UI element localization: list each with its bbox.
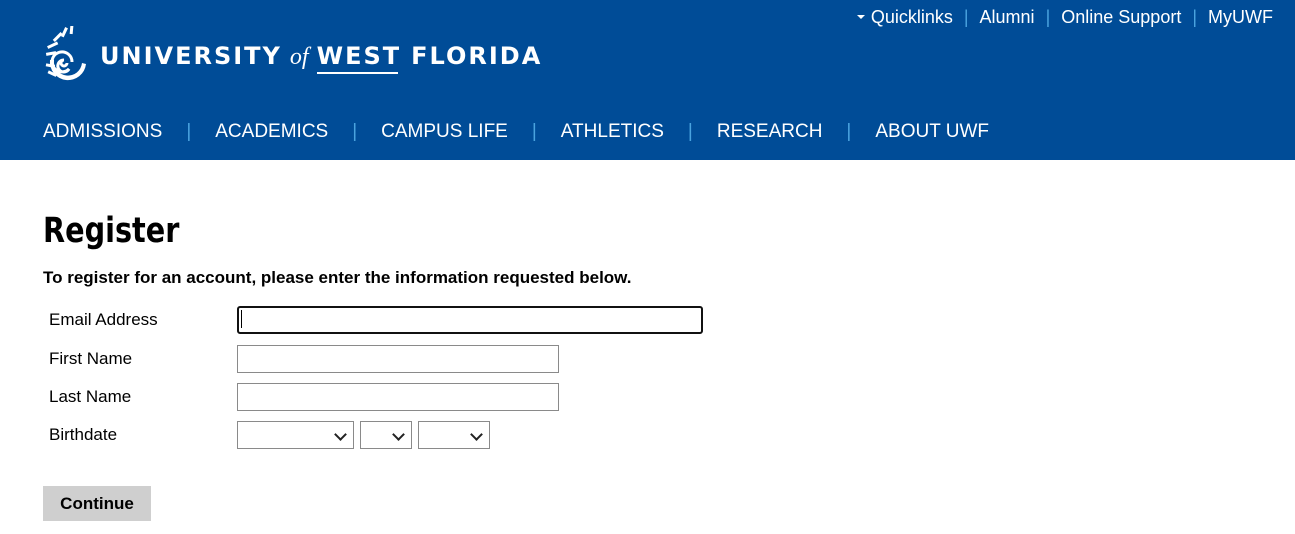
- birthdate-row: Birthdate: [49, 421, 496, 449]
- utility-separator: |: [1192, 7, 1198, 27]
- nav-item-research[interactable]: RESEARCH: [717, 120, 823, 144]
- chevron-down-icon: [392, 428, 405, 441]
- caret-down-icon: [856, 15, 865, 19]
- continue-button[interactable]: Continue: [43, 486, 151, 521]
- last-name-label: Last Name: [49, 387, 132, 406]
- email-field[interactable]: [237, 306, 703, 334]
- birthdate-label: Birthdate: [49, 425, 118, 444]
- utility-nav: Quicklinks | Alumni | Online Support | M…: [856, 6, 1273, 28]
- logo-word-florida: FLORIDA: [411, 41, 543, 70]
- nav-item-admissions[interactable]: ADMISSIONS: [43, 120, 162, 144]
- nav-separator: |: [352, 121, 358, 142]
- first-name-label: First Name: [49, 349, 133, 368]
- chevron-down-icon: [334, 428, 347, 441]
- site-header: Quicklinks | Alumni | Online Support | M…: [0, 0, 1295, 160]
- logo-word-of: of: [289, 43, 309, 70]
- nav-item-about-uwf[interactable]: ABOUT UWF: [875, 120, 989, 144]
- nav-separator: |: [846, 121, 852, 142]
- page-title: Register: [43, 211, 180, 251]
- birth-year-select[interactable]: [418, 421, 490, 449]
- intro-text: To register for an account, please enter…: [43, 268, 632, 287]
- nav-separator: |: [531, 121, 537, 142]
- birth-month-select[interactable]: [237, 421, 354, 449]
- last-name-field[interactable]: [237, 383, 559, 411]
- quicklinks-label: Quicklinks: [870, 7, 953, 27]
- quicklinks-link[interactable]: Quicklinks: [856, 6, 953, 28]
- nautilus-shell-logo: [45, 26, 86, 81]
- uwf-logo[interactable]: UNIVERSITY of WEST FLORIDA: [42, 26, 542, 86]
- logo-word-west: WEST: [316, 41, 402, 74]
- logo-word-university: UNIVERSITY: [100, 41, 282, 70]
- logo-wordmark: UNIVERSITY of WEST FLORIDA: [100, 41, 543, 74]
- main-nav: ADMISSIONS | ACADEMICS | CAMPUS LIFE | A…: [43, 120, 989, 144]
- register-content: Register To register for an account, ple…: [43, 205, 1243, 521]
- birth-day-select[interactable]: [360, 421, 412, 449]
- utility-separator: |: [1045, 7, 1051, 27]
- myuwf-link[interactable]: MyUWF: [1208, 6, 1273, 28]
- first-name-row: First Name: [49, 345, 559, 373]
- chevron-down-icon: [470, 428, 483, 441]
- nav-item-campus-life[interactable]: CAMPUS LIFE: [381, 120, 508, 144]
- last-name-row: Last Name: [49, 383, 559, 411]
- utility-separator: |: [963, 7, 969, 27]
- online-support-link[interactable]: Online Support: [1061, 6, 1181, 28]
- nav-item-athletics[interactable]: ATHLETICS: [561, 120, 664, 144]
- email-label: Email Address: [49, 310, 158, 329]
- nav-separator: |: [186, 121, 192, 142]
- nav-separator: |: [687, 121, 693, 142]
- email-row: Email Address: [49, 306, 703, 334]
- text-cursor: [241, 310, 242, 328]
- email-field-wrap: [237, 306, 703, 334]
- alumni-link[interactable]: Alumni: [980, 6, 1035, 28]
- nav-item-academics[interactable]: ACADEMICS: [215, 120, 328, 144]
- first-name-field[interactable]: [237, 345, 559, 373]
